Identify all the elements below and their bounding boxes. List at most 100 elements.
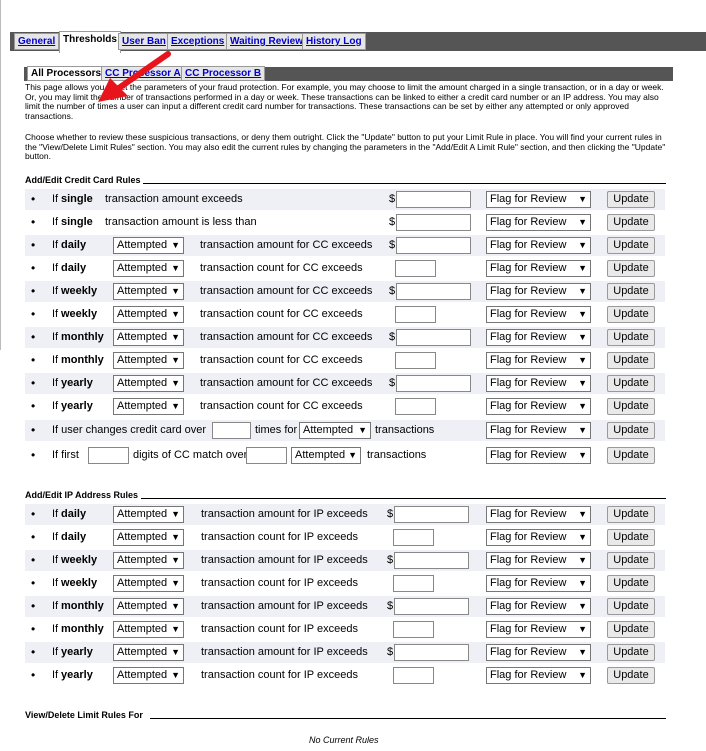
digits-match-input[interactable] [246,447,287,464]
tab-user-ban[interactable]: User Ban [118,33,170,50]
rule-type-select[interactable]: Attempted ▼ [113,260,184,277]
rule-type-select[interactable]: Attempted ▼ [113,352,184,369]
rule-text: transaction amount is less than [105,216,257,228]
rule-period: weekly [61,577,98,589]
rule-count-input[interactable] [395,398,436,415]
rule-action-select[interactable]: Flag for Review ▼ [486,260,591,277]
rule-amount-input[interactable] [396,191,471,208]
rule-update-button[interactable]: Update [607,598,655,615]
digits-action-select[interactable]: Flag for Review ▼ [486,447,591,464]
rule-count-input[interactable] [395,352,436,369]
rule-update-button[interactable]: Update [607,621,655,638]
rule-type-select[interactable]: Attempted ▼ [113,237,184,254]
rule-update-button[interactable]: Update [607,375,655,392]
change-type-select[interactable]: Attempted ▼ [299,422,371,439]
rule-action-select[interactable]: Flag for Review ▼ [486,352,591,369]
subtab-cc-processor-b[interactable]: CC Processor B [181,66,266,81]
rule-amount-input[interactable] [394,644,469,661]
rule-type-select[interactable]: Attempted ▼ [113,552,184,569]
change-action-select[interactable]: Flag for Review ▼ [486,422,591,439]
rule-update-button[interactable]: Update [607,552,655,569]
tab-history-log[interactable]: History Log [302,33,366,50]
rule-action-select[interactable]: Flag for Review ▼ [486,398,591,415]
dropdown-arrow-icon: ▼ [171,240,180,250]
rule-update-button[interactable]: Update [607,398,655,415]
rule-update-button[interactable]: Update [607,214,655,231]
rule-type-select[interactable]: Attempted ▼ [113,398,184,415]
rule-update-button[interactable]: Update [607,529,655,546]
rule-action-select[interactable]: Flag for Review ▼ [486,552,591,569]
rule-action-select[interactable]: Flag for Review ▼ [486,329,591,346]
rule-update-button[interactable]: Update [607,237,655,254]
rule-action-select[interactable]: Flag for Review ▼ [486,214,591,231]
select-value: Attempted [303,424,354,436]
rule-update-button[interactable]: Update [607,260,655,277]
rule-action-select[interactable]: Flag for Review ▼ [486,644,591,661]
digits-update-button[interactable]: Update [607,447,655,464]
rule-amount-input[interactable] [396,375,471,392]
rule-action-select[interactable]: Flag for Review ▼ [486,529,591,546]
tab-exceptions[interactable]: Exceptions [167,33,229,50]
rule-period: weekly [61,554,98,566]
rule-update-button[interactable]: Update [607,283,655,300]
rule-type-select[interactable]: Attempted ▼ [113,644,184,661]
rule-amount-input[interactable] [396,283,471,300]
change-update-button[interactable]: Update [607,422,655,439]
rule-amount-input[interactable] [396,329,471,346]
rule-count-input[interactable] [395,260,436,277]
bullet: • [31,307,36,321]
tab-general[interactable]: General [14,33,60,50]
cc-section-divider [143,183,666,184]
rule-action-select[interactable]: Flag for Review ▼ [486,237,591,254]
rule-type-select[interactable]: Attempted ▼ [113,598,184,615]
rule-update-button[interactable]: Update [607,191,655,208]
rule-type-select[interactable]: Attempted ▼ [113,667,184,684]
rule-amount-input[interactable] [394,506,469,523]
rule-update-button[interactable]: Update [607,667,655,684]
rule-action-select[interactable]: Flag for Review ▼ [486,191,591,208]
rule-action-select[interactable]: Flag for Review ▼ [486,283,591,300]
rule-action-select[interactable]: Flag for Review ▼ [486,306,591,323]
rule-count-input[interactable] [393,667,434,684]
rule-count-input[interactable] [393,575,434,592]
rule-amount-input[interactable] [394,552,469,569]
rule-count-input[interactable] [395,306,436,323]
rule-update-button[interactable]: Update [607,575,655,592]
rule-amount-input[interactable] [396,237,471,254]
rule-update-button[interactable]: Update [607,352,655,369]
rule-count-input[interactable] [393,621,434,638]
view-section-divider [150,718,666,719]
digits-count-input[interactable] [88,447,129,464]
rule-action-select[interactable]: Flag for Review ▼ [486,506,591,523]
rule-update-button[interactable]: Update [607,306,655,323]
annotation-arrow-icon [98,51,171,102]
dropdown-arrow-icon: ▼ [578,240,587,250]
rule-action-select[interactable]: Flag for Review ▼ [486,667,591,684]
rule-count-input[interactable] [393,529,434,546]
select-value: Flag for Review [490,285,567,297]
rule-update-button[interactable]: Update [607,644,655,661]
digits-type-select[interactable]: Attempted ▼ [291,447,361,464]
rule-type-select[interactable]: Attempted ▼ [113,506,184,523]
rule-type-select[interactable]: Attempted ▼ [113,306,184,323]
rule-if-label: If [52,285,59,297]
rule-type-select[interactable]: Attempted ▼ [113,621,184,638]
dropdown-arrow-icon: ▼ [171,578,180,588]
rule-type-select[interactable]: Attempted ▼ [113,575,184,592]
change-count-input[interactable] [212,422,251,439]
tab-waiting-review[interactable]: Waiting Review [226,33,307,50]
rule-action-select[interactable]: Flag for Review ▼ [486,598,591,615]
rule-if-label: If [52,577,59,589]
rule-action-select[interactable]: Flag for Review ▼ [486,621,591,638]
rule-update-button[interactable]: Update [607,506,655,523]
rule-type-select[interactable]: Attempted ▼ [113,283,184,300]
rule-amount-input[interactable] [394,598,469,615]
rule-action-select[interactable]: Flag for Review ▼ [486,375,591,392]
rule-update-button[interactable]: Update [607,329,655,346]
rule-type-select[interactable]: Attempted ▼ [113,329,184,346]
select-value: Attempted [117,400,168,412]
rule-type-select[interactable]: Attempted ▼ [113,529,184,546]
rule-type-select[interactable]: Attempted ▼ [113,375,184,392]
rule-action-select[interactable]: Flag for Review ▼ [486,575,591,592]
rule-amount-input[interactable] [396,214,471,231]
